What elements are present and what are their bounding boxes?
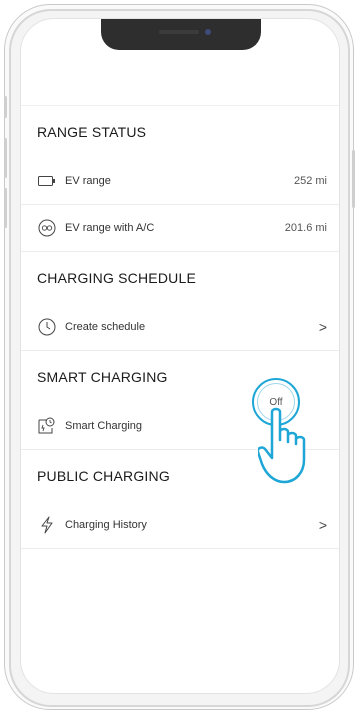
ev-range-ac-row: EV range with A/C 201.6 mi bbox=[21, 205, 339, 252]
side-button-volume-up bbox=[4, 138, 7, 178]
chevron-right-icon: > bbox=[318, 319, 327, 335]
clock-icon bbox=[37, 317, 57, 337]
ev-range-ac-value: 201.6 mi bbox=[284, 222, 327, 234]
section-header-range-status: RANGE STATUS bbox=[21, 105, 339, 158]
lightning-icon bbox=[37, 515, 57, 535]
chevron-right-icon: > bbox=[318, 517, 327, 533]
hand-pointer-icon bbox=[258, 407, 306, 484]
phone-screen: RANGE STATUS EV range 252 mi EV range wi… bbox=[20, 18, 340, 694]
smart-charging-icon bbox=[37, 416, 57, 436]
create-schedule-row[interactable]: Create schedule > bbox=[21, 304, 339, 351]
side-button-power bbox=[352, 150, 355, 208]
ev-range-row: EV range 252 mi bbox=[21, 158, 339, 205]
battery-icon bbox=[37, 171, 57, 191]
create-schedule-label: Create schedule bbox=[65, 321, 146, 333]
ev-range-ac-label: EV range with A/C bbox=[65, 222, 155, 234]
side-button-upper bbox=[4, 96, 7, 118]
charging-history-label: Charging History bbox=[65, 519, 147, 531]
charging-history-row[interactable]: Charging History > bbox=[21, 502, 339, 549]
notch bbox=[101, 19, 261, 50]
section-header-charging-schedule: CHARGING SCHEDULE bbox=[37, 270, 196, 286]
ev-range-value: 252 mi bbox=[293, 175, 327, 187]
fan-icon bbox=[37, 218, 57, 238]
side-button-volume-down bbox=[4, 188, 7, 228]
speaker-grille bbox=[159, 30, 199, 34]
front-camera bbox=[205, 29, 211, 35]
ev-range-label: EV range bbox=[65, 175, 111, 187]
